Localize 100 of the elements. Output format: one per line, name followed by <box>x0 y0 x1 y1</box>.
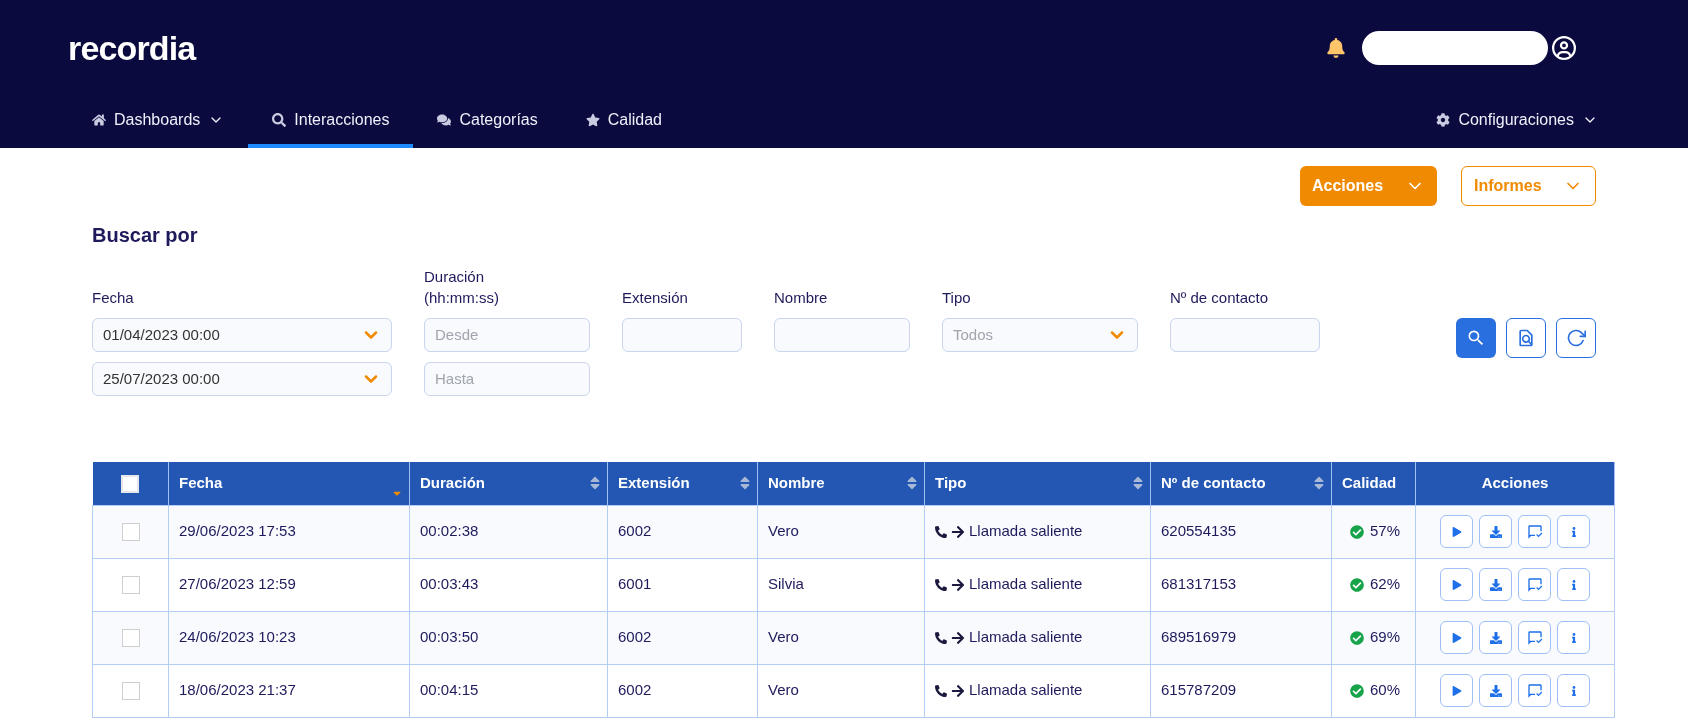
transcript-button[interactable] <box>1518 515 1551 548</box>
table-cell: 620554135 <box>1161 522 1237 540</box>
dropdown-field[interactable]: 25/07/2023 00:00 <box>92 362 392 396</box>
checkbox[interactable] <box>121 629 140 648</box>
table-cell-text: 60% <box>1370 680 1401 701</box>
user-icon[interactable] <box>1552 36 1576 60</box>
table-cell: 6002 <box>618 522 652 540</box>
star-icon <box>585 113 600 127</box>
table-cell: 6002 <box>618 628 652 646</box>
download-icon <box>1489 684 1502 697</box>
info-button[interactable] <box>1557 515 1590 548</box>
play-icon <box>1451 579 1462 590</box>
column-header[interactable]: Acciones <box>1415 462 1615 505</box>
chat-check-icon <box>1526 523 1543 540</box>
table-cell-text: Llamada saliente <box>969 680 1083 701</box>
info-button[interactable] <box>1557 568 1590 601</box>
logo[interactable]: recordia <box>68 22 196 74</box>
download-button[interactable] <box>1479 515 1512 548</box>
checkbox[interactable] <box>121 475 140 494</box>
column-header[interactable]: Nombre <box>757 462 925 505</box>
chat-icon <box>437 113 452 127</box>
table-cell-text: Llamada saliente <box>969 627 1083 648</box>
chat-check-icon <box>1526 682 1543 699</box>
section-title: Buscar por <box>92 223 199 248</box>
table-cell: Vero <box>768 628 799 646</box>
phone-icon <box>935 631 947 644</box>
preview-button[interactable] <box>1506 318 1546 358</box>
play-icon <box>1451 685 1462 696</box>
column-header[interactable]: Nº de contacto <box>1150 462 1332 505</box>
checkbox[interactable] <box>121 576 140 595</box>
transcript-button[interactable] <box>1518 674 1551 707</box>
table-cell: 27/06/2023 12:59 <box>179 575 296 593</box>
download-icon <box>1489 631 1502 644</box>
table-cell: 6002 <box>618 681 652 699</box>
field-label: Extensión <box>622 288 688 308</box>
play-icon <box>1451 526 1462 537</box>
nav-tab[interactable]: Categorías <box>413 96 562 148</box>
download-button[interactable] <box>1479 621 1512 654</box>
arrow-right-icon <box>951 577 965 592</box>
field-label: Fecha <box>92 288 134 308</box>
table-cell: Vero <box>768 522 799 540</box>
table-cell-text: Llamada saliente <box>969 574 1083 595</box>
table-cell: 6001 <box>618 575 652 593</box>
table-cell: 24/06/2023 10:23 <box>179 628 296 646</box>
table-cell: 00:04:15 <box>420 681 479 699</box>
nav-tab[interactable]: Configuraciones <box>1420 96 1614 148</box>
arrow-right-icon <box>951 683 965 698</box>
nav-tab[interactable]: Dashboards <box>68 96 249 148</box>
table-cell: Silvia <box>768 575 804 593</box>
field-label: Nombre <box>774 288 828 308</box>
table-cell: 00:03:43 <box>420 575 479 593</box>
phone-icon <box>935 684 947 697</box>
search-icon <box>1466 328 1486 348</box>
nav-tab[interactable]: Calidad <box>561 96 686 148</box>
transcript-button[interactable] <box>1518 568 1551 601</box>
bell-icon[interactable] <box>1326 38 1346 58</box>
refresh-icon <box>1566 328 1586 348</box>
table-cell: 29/06/2023 17:53 <box>179 522 296 540</box>
arrow-right-icon <box>951 524 965 539</box>
home-icon <box>92 113 106 127</box>
phone-icon <box>935 578 947 591</box>
column-header[interactable]: Tipo <box>924 462 1151 505</box>
info-button[interactable] <box>1557 674 1590 707</box>
column-header[interactable]: Extensión <box>607 462 758 505</box>
play-button[interactable] <box>1440 621 1473 654</box>
document-search-icon <box>1516 328 1536 348</box>
nav-tab[interactable]: Interacciones <box>248 96 414 148</box>
play-button[interactable] <box>1440 568 1473 601</box>
arrow-right-icon <box>951 630 965 645</box>
column-header[interactable]: Fecha <box>168 462 410 505</box>
table-cell: 00:03:50 <box>420 628 479 646</box>
column-header[interactable]: Duración <box>409 462 608 505</box>
search-button[interactable] <box>1456 318 1496 358</box>
table-cell: Vero <box>768 681 799 699</box>
play-button[interactable] <box>1440 674 1473 707</box>
table-cell-text: 62% <box>1370 574 1401 595</box>
chat-check-icon <box>1526 576 1543 593</box>
phone-icon <box>935 525 947 538</box>
play-icon <box>1451 632 1462 643</box>
checkbox[interactable] <box>121 682 140 701</box>
table-cell: 689516979 <box>1161 628 1237 646</box>
field-label: Duración (hh:mm:ss) <box>424 267 500 308</box>
download-button[interactable] <box>1479 674 1512 707</box>
dropdown-field[interactable]: 01/04/2023 00:00 <box>92 318 392 352</box>
chat-check-icon <box>1526 629 1543 646</box>
table-cell: 00:02:38 <box>420 522 479 540</box>
info-button[interactable] <box>1557 621 1590 654</box>
checkbox[interactable] <box>121 523 140 542</box>
input-field[interactable] <box>622 318 742 352</box>
download-button[interactable] <box>1479 568 1512 601</box>
play-button[interactable] <box>1440 515 1473 548</box>
column-header[interactable]: Calidad <box>1331 462 1416 505</box>
reset-button[interactable] <box>1556 318 1596 358</box>
input-field[interactable] <box>1170 318 1320 352</box>
download-icon <box>1489 578 1502 591</box>
input-field[interactable] <box>774 318 910 352</box>
table-cell: 18/06/2023 21:37 <box>179 681 296 699</box>
transcript-button[interactable] <box>1518 621 1551 654</box>
settings-icon <box>1436 113 1451 127</box>
field-label: Tipo <box>942 288 971 308</box>
